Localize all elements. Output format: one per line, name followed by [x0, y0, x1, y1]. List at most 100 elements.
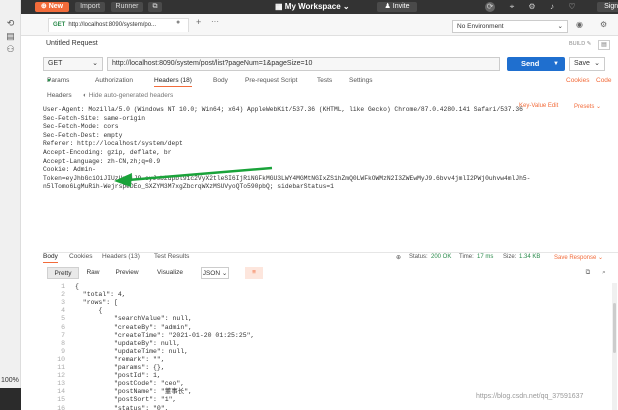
tab-tests[interactable]: Tests [317, 77, 332, 84]
build-label[interactable]: BUILD ✎ [569, 41, 591, 47]
tab-headers[interactable]: Headers (18) [154, 77, 192, 87]
line-number: 5 [61, 315, 65, 323]
new-window-button[interactable]: ⧉ [148, 2, 162, 12]
line-number: 7 [61, 331, 65, 339]
view-pretty-button[interactable]: Pretty [47, 267, 79, 279]
save-response-dropdown[interactable]: Save Response ⌄ [554, 254, 603, 261]
status-label: Status: [409, 254, 428, 260]
headers-row: Headers ◐ Hide auto-generated headers [43, 92, 618, 102]
code-line: "status": "0", [75, 404, 169, 410]
code-line: "createBy": "admin", [75, 323, 193, 331]
new-button[interactable]: ⊕ New [35, 2, 69, 12]
response-body-code[interactable]: 1 {2 "total": 4, 3 "rows": [4 {5 "searchVa… [43, 283, 608, 410]
header-line: Sec-Fetch-Mode: cors [43, 123, 119, 131]
line-number: 9 [61, 347, 65, 355]
top-toolbar: ⊕ New Import Runner ⧉ ▦ My Workspace ⌄ ♟… [21, 0, 618, 14]
environment-select[interactable]: No Environment ⌄ [452, 20, 568, 33]
url-bar: GET ⌄ http://localhost:8090/system/post/l… [43, 57, 618, 71]
resp-tab-cookies[interactable]: Cookies [69, 253, 92, 260]
code-line: "total": 4, [75, 291, 126, 299]
line-number: 4 [61, 307, 65, 315]
tab-authorization[interactable]: Authorization [95, 77, 133, 84]
header-line: Accept-Encoding: gzip, deflate, br [43, 148, 172, 156]
view-raw-button[interactable]: Raw [81, 267, 105, 279]
runner-button[interactable]: Runner [111, 2, 143, 12]
env-settings-icon[interactable]: ⚙ [600, 20, 607, 29]
header-line: Token=eyJhbGciOiJIUzUxMiJ9.eyJsb2dpbl91c… [43, 174, 531, 182]
tab-body[interactable]: Body [213, 77, 228, 84]
search-icon[interactable]: ⌕ [599, 267, 609, 279]
request-subtabs: Params ● Authorization Headers (18) Body… [43, 77, 618, 89]
headers-label: Headers [47, 92, 72, 99]
send-button[interactable]: Send ▼ [507, 57, 565, 71]
import-button[interactable]: Import [75, 2, 105, 12]
code-line: "postSort": "1", [75, 396, 177, 404]
collections-icon[interactable]: ▤ [5, 31, 16, 42]
header-line: Referer: http://localhost/system/dept [43, 140, 183, 148]
resp-tab-test-results[interactable]: Test Results [154, 253, 189, 260]
time-value[interactable]: 17 ms [477, 254, 493, 260]
workspace-selector[interactable]: ▦ My Workspace ⌄ [275, 2, 350, 12]
line-number: 2 [61, 291, 65, 299]
method-select[interactable]: GET ⌄ [43, 57, 103, 71]
request-tab[interactable]: GET http://localhost:8090/system/po... [48, 18, 189, 32]
resp-tab-headers[interactable]: Headers (13) [102, 253, 140, 260]
scrollbar-thumb[interactable] [613, 303, 616, 353]
copy-icon[interactable]: ⧉ [583, 267, 593, 279]
settings-icon[interactable]: ⚙ [527, 2, 537, 12]
size-value[interactable]: 1.34 KB [519, 254, 540, 260]
code-line: "remark": "", [75, 355, 165, 363]
tab-settings[interactable]: Settings [349, 77, 373, 84]
header-line: User-Agent: Mozilla/5.0 (Windows NT 10.0… [43, 106, 523, 113]
format-select[interactable]: JSON ⌄ [201, 267, 229, 279]
favorite-icon[interactable]: ♡ [567, 2, 577, 12]
line-number: 6 [61, 323, 65, 331]
view-visualize-button[interactable]: Visualize [153, 267, 187, 279]
view-preview-button[interactable]: Preview [111, 267, 143, 279]
eye-icon[interactable]: ◉ [576, 20, 583, 29]
request-title[interactable]: Untitled Request [46, 40, 98, 47]
line-number: 10 [57, 355, 65, 363]
line-number: 12 [57, 372, 65, 380]
line-number: 14 [57, 388, 65, 396]
invite-button[interactable]: ♟ Invite [377, 2, 417, 12]
code-line: { [75, 307, 103, 315]
raw-headers-editor[interactable]: User-Agent: Mozilla/5.0 (Windows NT 10.0… [43, 106, 618, 206]
header-line: Cookie: Admin- [43, 166, 96, 174]
line-number: 1 [61, 283, 65, 290]
code-line: "updateBy": null, [75, 339, 181, 347]
tab-menu-icon[interactable]: ··· [211, 17, 219, 26]
close-icon[interactable]: ● [176, 19, 180, 26]
code-line: "searchValue": null, [75, 315, 193, 323]
header-line: Sec-Fetch-Dest: empty [43, 131, 123, 139]
add-tab-icon[interactable]: + [196, 17, 201, 27]
header-line: Accept-Language: zh-CN,zh;q=0.9 [43, 157, 161, 165]
cookies-link[interactable]: Cookies [566, 77, 589, 84]
tab-pre-request-script[interactable]: Pre-request Script [245, 77, 297, 84]
signin-button[interactable]: Sign In [597, 2, 618, 12]
time-label: Time: [459, 254, 474, 260]
left-sidebar: ⟲ ▤ ⚇ 100% [0, 0, 21, 410]
status-value[interactable]: 200 OK [431, 254, 451, 260]
sync-icon[interactable]: ⟳ [485, 2, 495, 12]
line-number: 15 [57, 396, 65, 404]
request-title-bar: Untitled Request BUILD ✎ ▤ [21, 36, 618, 53]
code-link[interactable]: Code [596, 77, 612, 84]
hide-auto-headers-toggle[interactable]: ◐ Hide auto-generated headers [83, 92, 173, 99]
url-input[interactable]: http://localhost:8090/system/post/list?p… [107, 57, 500, 71]
code-line: "rows": [ [75, 299, 118, 307]
comments-icon[interactable]: ▤ [598, 40, 610, 50]
scrollbar[interactable] [612, 283, 617, 410]
code-line: "params": {}, [75, 364, 165, 371]
save-button[interactable]: Save ⌄ [569, 57, 605, 71]
apis-icon[interactable]: ⚇ [5, 44, 16, 55]
header-line: Sec-Fetch-Site: same-origin [43, 114, 146, 122]
tab-url: http://localhost:8090/system/po... [68, 22, 157, 28]
wrap-lines-icon[interactable]: ≡ [245, 267, 263, 279]
resp-tab-body[interactable]: Body [43, 253, 58, 263]
capture-icon[interactable]: ⌖ [507, 2, 517, 12]
history-icon[interactable]: ⟲ [5, 18, 16, 29]
code-line: "postName": "董事长", [75, 388, 193, 396]
size-label: Size: [503, 254, 517, 260]
notifications-icon[interactable]: ♪ [547, 2, 557, 12]
